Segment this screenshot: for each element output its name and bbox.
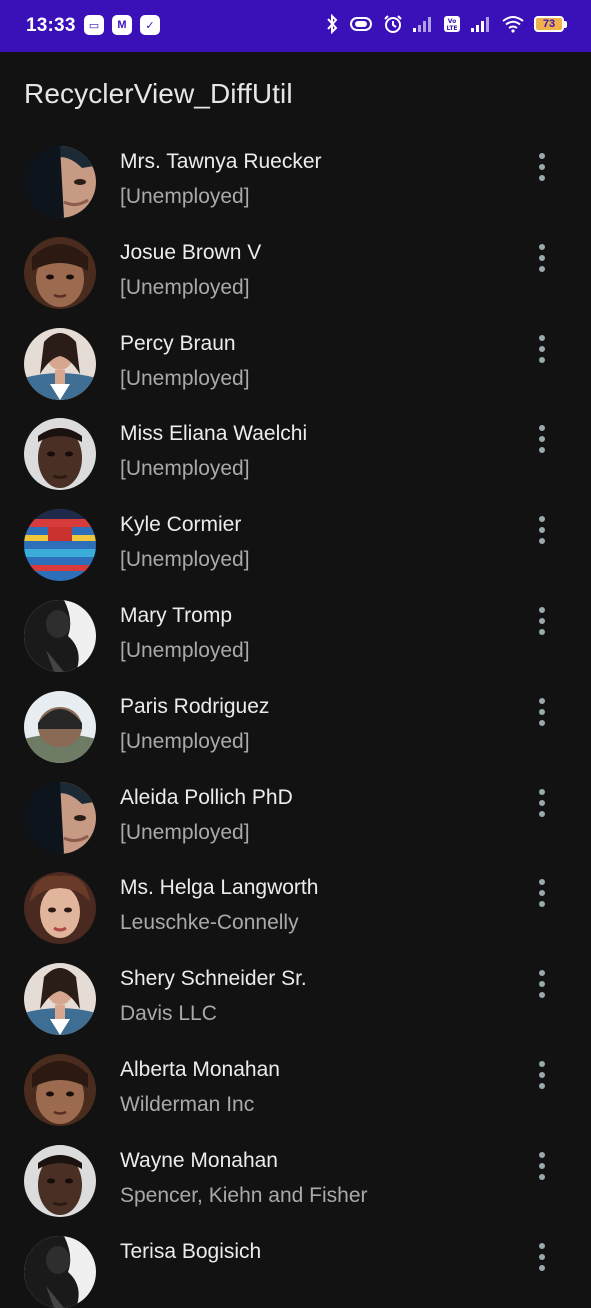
avatar [24,1053,96,1126]
avatar [24,327,96,400]
contact-list-item[interactable]: Terisa Bogisich [0,1214,591,1308]
svg-text:LTE: LTE [446,25,457,32]
more-options-icon[interactable] [528,878,556,908]
avatar [24,963,96,1036]
more-options-icon[interactable] [528,152,556,182]
contact-list-item[interactable]: Wayne Monahan Spencer, Kiehn and Fisher [0,1123,591,1217]
contact-name: Paris Rodriguez [120,694,270,718]
more-options-icon[interactable] [528,334,556,364]
more-options-icon[interactable] [528,424,556,454]
contact-list-item[interactable]: Ms. Helga Langworth Leuschke-Connelly [0,850,591,945]
avatar [24,509,96,582]
avatar [24,236,96,309]
battery-icon: 73 [534,16,567,32]
contact-list-item[interactable]: Paris Rodriguez [Unemployed] [0,669,591,763]
contact-name: Wayne Monahan [120,1148,278,1172]
battery-level: 73 [534,16,564,32]
system-icons: Vo LTE 73 [325,14,567,34]
signal-icon [471,17,489,32]
contact-list-item[interactable]: Miss Eliana Waelchi [Unemployed] [0,396,591,491]
contact-list-item[interactable]: Aleida Pollich PhD [Unemployed] [0,760,591,854]
more-options-icon[interactable] [528,697,556,727]
contact-name: Kyle Cormier [120,513,242,537]
more-options-icon[interactable] [528,969,556,999]
more-options-icon[interactable] [528,1151,556,1181]
contact-company: [Unemployed] [120,366,250,390]
contact-name: Shery Schneider Sr. [120,967,307,991]
contact-company: Spencer, Kiehn and Fisher [120,1183,368,1207]
avatar [24,146,96,218]
contact-company: [Unemployed] [120,638,250,662]
contact-company: Wilderman Inc [120,1092,255,1116]
volte-icon: Vo LTE [444,16,460,32]
contact-list-item[interactable]: Percy Braun [Unemployed] [0,306,591,400]
contact-name: Ms. Helga Langworth [120,876,319,900]
alarm-icon [384,15,402,33]
avatar [24,872,96,945]
more-options-icon[interactable] [528,606,556,636]
contact-company: [Unemployed] [120,820,250,844]
notification-icons: ▭ M ✓ [84,15,160,35]
contact-company: Leuschke-Connelly [120,911,299,935]
gmail-icon: M [112,15,132,35]
contact-name: Percy Braun [120,331,236,355]
contact-name: Josue Brown V [120,240,262,264]
bluetooth-icon [327,14,338,34]
contact-company: [Unemployed] [120,275,250,299]
more-options-icon[interactable] [528,515,556,545]
wifi-icon [502,16,524,33]
avatar [24,418,96,491]
contact-list-item[interactable]: Shery Schneider Sr. Davis LLC [0,941,591,1036]
avatar [24,781,96,854]
contact-list[interactable]: Mrs. Tawnya Ruecker [Unemployed] Josue Br… [0,124,591,1308]
contact-list-item[interactable]: Josue Brown V [Unemployed] [0,215,591,309]
status-bar: 13:33 ▭ M ✓ Vo LTE 73 [0,0,591,52]
contact-name: Alberta Monahan [120,1057,280,1081]
contact-name: Terisa Bogisich [120,1239,262,1263]
avatar [24,1235,96,1308]
contact-name: Mary Tromp [120,603,233,627]
contact-list-item[interactable]: Kyle Cormier [Unemployed] [0,487,591,582]
more-options-icon[interactable] [528,1242,556,1272]
avatar [24,1144,96,1217]
more-options-icon[interactable] [528,1060,556,1090]
contact-company: [Unemployed] [120,457,250,481]
more-options-icon[interactable] [528,788,556,818]
contact-list-item[interactable]: Mrs. Tawnya Ruecker [Unemployed] [0,124,591,218]
more-options-icon[interactable] [528,243,556,273]
svg-text:Vo: Vo [448,18,456,25]
contact-list-item[interactable]: Alberta Monahan Wilderman Inc [0,1032,591,1126]
contact-name: Miss Eliana Waelchi [120,422,308,446]
contact-name: Aleida Pollich PhD [120,785,293,809]
avatar [24,599,96,672]
contact-company: [Unemployed] [120,185,250,208]
check-app-icon: ✓ [140,15,160,35]
signal-icon [413,17,431,32]
contact-list-item[interactable]: Mary Tromp [Unemployed] [0,578,591,672]
contact-name: Mrs. Tawnya Ruecker [120,150,322,173]
status-time: 13:33 [26,15,76,36]
app-title: RecyclerView_DiffUtil [24,78,293,109]
contact-company: [Unemployed] [120,729,250,753]
contact-company: Davis LLC [120,1002,217,1026]
avatar [24,690,96,763]
vibrate-icon [350,17,372,31]
messaging-app-icon: ▭ [84,15,104,35]
contact-company: [Unemployed] [120,548,250,572]
